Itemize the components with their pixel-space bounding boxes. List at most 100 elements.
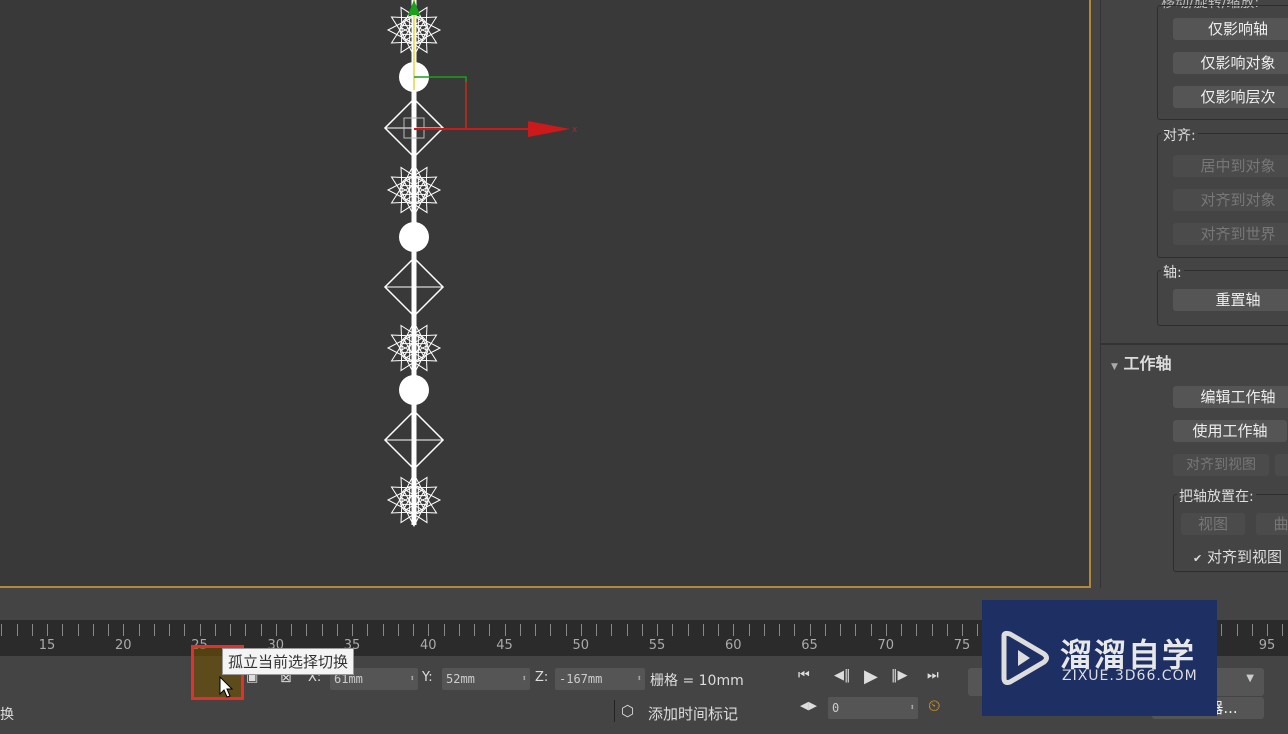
edit-working-pivot-button[interactable]: 编辑工作轴 xyxy=(1173,386,1288,408)
ruler-tick xyxy=(1267,624,1268,636)
ruler-tick xyxy=(123,624,125,636)
ruler-label: 45 xyxy=(496,638,513,653)
y-value: 52mm xyxy=(446,672,475,686)
watermark-url: ZIXUE.3D66.COM xyxy=(1062,668,1198,684)
star-ornament xyxy=(417,487,442,513)
ruler-tick xyxy=(291,624,292,636)
star-ornament xyxy=(386,17,411,43)
ruler-tick xyxy=(336,624,338,636)
ruler-tick xyxy=(321,624,323,636)
goto-start-icon[interactable]: ⏮ xyxy=(798,668,810,683)
mouse-cursor-icon xyxy=(219,676,234,698)
x-axis-label: x xyxy=(572,125,578,135)
ruler-tick xyxy=(31,624,33,636)
ruler-label: 55 xyxy=(648,638,666,653)
ruler-label: 75 xyxy=(953,638,971,653)
ruler-tick xyxy=(916,624,918,636)
ruler-tick xyxy=(474,624,475,636)
center-to-object-button[interactable]: 居中到对象 xyxy=(1173,155,1288,177)
ruler-label: 95 xyxy=(1258,638,1276,653)
ruler-tick xyxy=(779,624,780,636)
star-ornament xyxy=(386,487,411,513)
y-coordinate-field[interactable]: 52mm ⬍ xyxy=(442,668,530,690)
command-panel: 移动/旋转/缩放: 仅影响轴 仅影响对象 仅影响层次 对齐: 居中到对象 对齐到… xyxy=(1100,0,1288,588)
ruler-tick xyxy=(824,624,826,636)
time-tag-icon: ⬡ xyxy=(621,702,635,720)
ruler-tick xyxy=(382,624,384,636)
align-to-view-button[interactable]: 对齐到视图 xyxy=(1173,454,1269,476)
ruler-tick xyxy=(108,624,109,636)
ruler-tick xyxy=(367,624,369,636)
ruler-tick xyxy=(352,624,353,636)
ruler-tick xyxy=(199,624,201,636)
ruler-label: 50 xyxy=(572,638,590,653)
add-time-tag-button[interactable]: 添加时间标记 xyxy=(648,703,738,724)
ruler-tick xyxy=(641,624,643,636)
align-to-view-checkbox-label: 对齐到视图 xyxy=(1207,548,1283,566)
time-config-icon[interactable]: ⏲ xyxy=(928,696,940,716)
ruler-tick xyxy=(458,624,460,636)
ruler-tick xyxy=(931,624,933,636)
ruler-tick xyxy=(611,624,613,636)
ruler-tick xyxy=(275,624,277,636)
ruler-tick xyxy=(260,624,262,636)
align-label: 对齐: xyxy=(1161,125,1198,145)
next-frame-icon[interactable]: ‖▶ xyxy=(891,668,908,683)
z-label: Z: xyxy=(535,670,549,685)
key-mode-icon[interactable]: ◀▶ xyxy=(800,699,817,712)
ruler-tick xyxy=(92,624,94,636)
chevron-down-icon: ▼ xyxy=(1246,673,1254,684)
curve-button[interactable]: 曲 xyxy=(1256,513,1288,535)
scene: x xyxy=(383,0,578,528)
prev-frame-icon[interactable]: ◀‖ xyxy=(834,668,851,683)
play-logo-icon xyxy=(1001,630,1049,685)
ruler-tick xyxy=(535,624,536,636)
sphere-bead xyxy=(399,375,429,405)
tooltip: 孤立当前选择切换 xyxy=(222,648,355,675)
ruler-tick xyxy=(77,624,79,636)
align-to-object-button[interactable]: 对齐到对象 xyxy=(1173,189,1288,211)
ruler-label: 60 xyxy=(724,638,742,653)
use-working-pivot-button[interactable]: 使用工作轴 xyxy=(1173,420,1287,442)
ruler-label: 15 xyxy=(38,638,56,653)
sphere-bead xyxy=(399,222,429,252)
ruler-tick xyxy=(1282,624,1284,636)
ruler-tick xyxy=(184,624,186,636)
play-icon[interactable]: ▶ xyxy=(864,666,878,687)
ruler-tick xyxy=(794,624,796,636)
ruler-tick xyxy=(230,624,231,636)
ruler-tick xyxy=(718,624,719,636)
watermark-logo: 溜溜自学 ZIXUE.3D66.COM xyxy=(982,600,1217,716)
star-ornament xyxy=(386,335,411,361)
current-frame-field[interactable]: 0 ⬍ xyxy=(828,697,918,719)
affect-hierarchy-only-button[interactable]: 仅影响层次 xyxy=(1173,86,1288,108)
reset-pivot-button[interactable]: 重置轴 xyxy=(1173,289,1288,311)
y-label: Y: xyxy=(422,670,433,685)
star-ornament xyxy=(417,177,442,203)
ruler-tick xyxy=(763,624,765,636)
ruler-tick xyxy=(565,624,567,636)
ruler-tick xyxy=(504,624,506,636)
goto-end-icon[interactable]: ⏭ xyxy=(927,668,939,683)
ruler-tick xyxy=(733,624,735,636)
ruler-tick xyxy=(214,624,216,636)
ruler-tick xyxy=(428,624,430,636)
viewport[interactable]: x xyxy=(0,0,1091,588)
ruler-tick xyxy=(657,624,658,636)
ruler-tick xyxy=(1236,624,1238,636)
ruler-tick xyxy=(748,624,750,636)
ruler-tick xyxy=(16,624,18,636)
ruler-tick xyxy=(962,624,963,636)
align-to-world-button[interactable]: 对齐到世界 xyxy=(1173,223,1288,245)
working-pivot-rollout[interactable]: ▼ 工作轴 xyxy=(1101,343,1288,373)
affect-object-only-button[interactable]: 仅影响对象 xyxy=(1173,52,1288,74)
ruler-tick xyxy=(885,624,887,636)
ruler-tick xyxy=(443,624,445,636)
divider xyxy=(614,700,615,722)
view-button[interactable]: 视图 xyxy=(1181,513,1245,535)
affect-pivot-only-button[interactable]: 仅影响轴 xyxy=(1173,18,1288,40)
align-to-view-checkbox[interactable]: ✔ 对齐到视图 xyxy=(1193,546,1282,567)
extra-button-2[interactable] xyxy=(1275,454,1288,476)
ruler-tick xyxy=(809,624,811,636)
z-coordinate-field[interactable]: -167mm ⬍ xyxy=(555,668,645,690)
